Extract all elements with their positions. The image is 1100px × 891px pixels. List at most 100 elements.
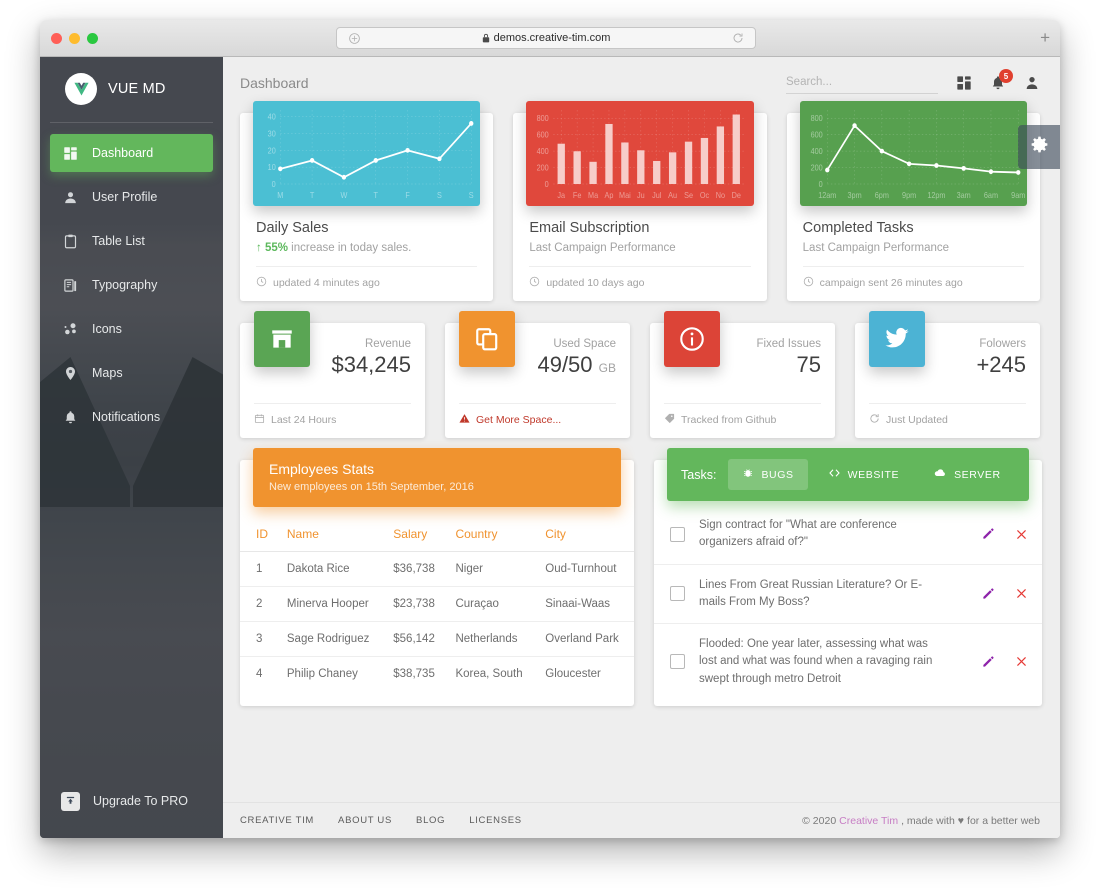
footer-links: CREATIVE TIM ABOUT US BLOG LICENSES xyxy=(240,815,522,826)
task-checkbox[interactable] xyxy=(670,526,685,542)
sidebar-item-icons[interactable]: Icons xyxy=(50,310,213,348)
reload-icon[interactable] xyxy=(721,32,755,44)
bell-icon xyxy=(61,410,79,425)
svg-text:600: 600 xyxy=(537,130,549,139)
notification-badge: 5 xyxy=(999,69,1013,83)
settings-panel-toggle[interactable] xyxy=(1018,125,1060,169)
address-bar[interactable]: demos.creative-tim.com xyxy=(336,27,756,49)
footer-link-about-us[interactable]: ABOUT US xyxy=(338,815,392,826)
calendar-icon xyxy=(254,413,265,427)
cell-country: Curaçao xyxy=(447,586,538,622)
person-icon[interactable] xyxy=(1024,75,1040,91)
card-footer: updated 10 days ago xyxy=(529,266,751,301)
column-header-name[interactable]: Name xyxy=(278,521,386,552)
svg-text:20: 20 xyxy=(268,146,276,155)
cell-country: Niger xyxy=(447,551,538,587)
column-header-country[interactable]: Country xyxy=(447,521,538,552)
sidebar-item-table-list[interactable]: Table List xyxy=(50,222,213,260)
employees-table: ID Name Salary Country City 1 Dakota Ric… xyxy=(240,521,634,691)
tab-server[interactable]: SERVER xyxy=(919,459,1015,490)
store-icon xyxy=(254,311,310,367)
close-icon[interactable] xyxy=(1015,655,1028,668)
gear-icon xyxy=(1029,134,1050,160)
stat-value: 75 xyxy=(756,352,821,378)
tab-label: SERVER xyxy=(954,468,1001,481)
table-row[interactable]: 3 Sage Rodriguez $56,142 Netherlands Ove… xyxy=(240,621,634,657)
tasks-header: Tasks: BUGS WEBSITE SERVER xyxy=(667,448,1029,501)
task-checkbox[interactable] xyxy=(670,586,685,602)
sidebar-item-dashboard[interactable]: Dashboard xyxy=(50,134,213,172)
svg-text:M: M xyxy=(277,191,283,200)
svg-text:Oc: Oc xyxy=(700,191,709,200)
new-tab-button[interactable]: + xyxy=(1040,29,1050,47)
cell-city: Gloucester xyxy=(545,668,601,680)
cell-country: Korea, South xyxy=(455,668,523,680)
upgrade-to-pro-button[interactable]: Upgrade To PRO xyxy=(50,784,213,818)
employees-header: Employees Stats New employees on 15th Se… xyxy=(253,448,621,507)
table-row[interactable]: 1 Dakota Rice $36,738 Niger Oud-Turnhout xyxy=(240,551,634,587)
get-more-space-link[interactable]: Get More Space... xyxy=(476,414,561,426)
maximize-window-button[interactable] xyxy=(87,33,98,44)
task-text: Sign contract for "What are conference o… xyxy=(699,519,897,549)
column-header-city[interactable]: City xyxy=(537,521,634,552)
email-subscription-chart: 0 200 400 600 800 Ja Fe Ma Ap Mai Ju Jul Au Se Oc No De xyxy=(526,101,754,206)
stat-label: Fixed Issues xyxy=(756,338,821,350)
sidebar-item-typography[interactable]: Typography xyxy=(50,266,213,304)
sidebar-item-user-profile[interactable]: User Profile xyxy=(50,178,213,216)
footer-link-blog[interactable]: BLOG xyxy=(416,815,445,826)
svg-text:Au: Au xyxy=(669,191,678,200)
apps-grid-icon[interactable] xyxy=(956,75,972,91)
minimize-window-button[interactable] xyxy=(69,33,80,44)
svg-text:Ma: Ma xyxy=(588,191,599,200)
svg-text:40: 40 xyxy=(268,112,276,121)
table-row[interactable]: 4 Philip Chaney $38,735 Korea, South Glo… xyxy=(240,657,634,692)
copyright-brand-link[interactable]: Creative Tim xyxy=(839,815,898,827)
tab-label: BUGS xyxy=(761,468,794,481)
column-header-id[interactable]: ID xyxy=(240,521,279,552)
close-icon[interactable] xyxy=(1015,528,1028,541)
cell-salary: $38,735 xyxy=(393,668,435,680)
brand[interactable]: VUE MD xyxy=(50,57,213,123)
search-input[interactable] xyxy=(786,73,938,94)
clock-icon xyxy=(529,276,540,290)
task-actions xyxy=(981,587,1028,601)
copyright: © 2020 Creative Tim, made with ♥ for a b… xyxy=(802,815,1040,827)
address-bar-text[interactable]: demos.creative-tim.com xyxy=(371,32,721,44)
notifications-button[interactable]: 5 xyxy=(990,69,1013,91)
tab-bugs[interactable]: BUGS xyxy=(728,459,808,490)
task-row: Sign contract for "What are conference o… xyxy=(654,505,1042,565)
card-daily-sales: 0 10 20 30 40 M T W T F S S Daily Sales ↑ 55% incre… xyxy=(240,101,494,301)
footer-link-licenses[interactable]: LICENSES xyxy=(469,815,522,826)
sidebar-item-maps[interactable]: Maps xyxy=(50,354,213,392)
close-window-button[interactable] xyxy=(51,33,62,44)
stat-footer: Just Updated xyxy=(869,403,1026,438)
column-header-salary[interactable]: Salary xyxy=(385,521,448,552)
tab-website[interactable]: WEBSITE xyxy=(814,459,913,490)
svg-text:Ju: Ju xyxy=(637,191,645,200)
pencil-icon[interactable] xyxy=(981,527,995,541)
close-icon[interactable] xyxy=(1015,587,1028,600)
stat-card-fixed-issues: Fixed Issues 75 Tracked from Github xyxy=(650,311,835,438)
cloud-icon xyxy=(933,467,947,482)
stat-unit: GB xyxy=(598,361,616,375)
employees-title: Employees Stats xyxy=(269,461,375,477)
tasks-list: Sign contract for "What are conference o… xyxy=(654,501,1042,706)
map-pin-icon xyxy=(61,366,79,381)
svg-text:0: 0 xyxy=(818,180,822,189)
cell-id: 3 xyxy=(240,621,279,657)
sidebar-item-notifications[interactable]: Notifications xyxy=(50,398,213,436)
svg-text:S: S xyxy=(469,191,474,200)
stat-label: Used Space xyxy=(553,338,616,350)
svg-text:9am: 9am xyxy=(1011,191,1025,200)
svg-text:3pm: 3pm xyxy=(847,191,861,200)
task-checkbox[interactable] xyxy=(670,654,685,670)
upgrade-section: Upgrade To PRO xyxy=(40,784,223,838)
task-row: Lines From Great Russian Literature? Or … xyxy=(654,565,1042,624)
sidebar-toggle-icon[interactable] xyxy=(337,32,371,45)
footer-link-creative-tim[interactable]: CREATIVE TIM xyxy=(240,815,314,826)
top-navbar-actions: 5 xyxy=(786,69,1040,94)
pencil-icon[interactable] xyxy=(981,655,995,669)
table-row[interactable]: 2 Minerva Hooper $23,738 Curaçao Sinaai-… xyxy=(240,586,634,622)
pencil-icon[interactable] xyxy=(981,587,995,601)
sidebar-nav: Dashboard User Profile Table List Typogr… xyxy=(40,134,223,442)
